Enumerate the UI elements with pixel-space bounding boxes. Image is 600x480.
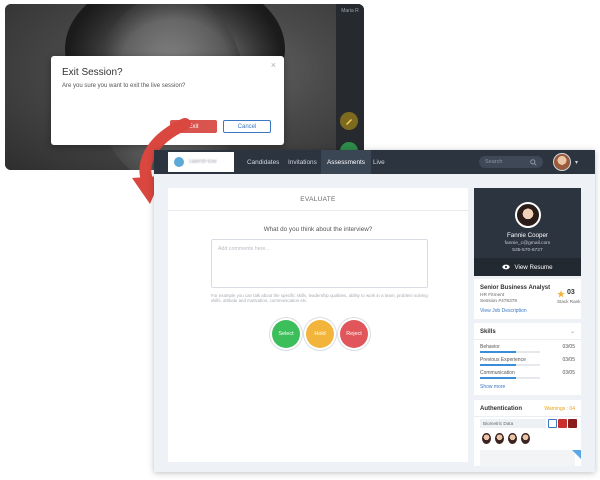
view-resume-button[interactable]: View Resume [474,258,581,276]
logo-text: TalentFlow [188,159,217,165]
snapshot-preview [480,450,575,466]
evaluate-title: EVALUATE [300,196,336,203]
skills-title: Skills [480,329,496,335]
skill-row: Behavior 03/05 [480,344,575,356]
view-job-description-link[interactable]: View Job Description [480,308,527,314]
skill-score: 03/05 [562,344,575,350]
eye-icon [502,264,511,270]
skill-score: 03/05 [562,357,575,363]
session-id: Session #478378 [480,299,518,304]
job-info-card: Senior Business Analyst HR Fitment Sessi… [474,279,581,319]
nav-live[interactable]: Live [373,150,385,174]
nav-assessments[interactable]: Assessments [321,150,372,174]
biometric-data-label: Biometric Data [480,419,546,428]
select-button[interactable]: Select [272,320,300,348]
view-resume-label: View Resume [514,263,553,271]
warnings-dropdown[interactable]: Warnings : 04 [544,406,575,412]
cancel-button[interactable]: Cancel [223,120,271,133]
session-toolbar: Maria R [336,4,364,170]
face-snapshot[interactable] [521,433,530,444]
authentication-card: Authentication Warnings : 04 Biometric D… [474,400,581,466]
skill-row: Previous Experience 03/05 [480,357,575,369]
candidate-name: Fannie Cooper [507,232,548,239]
logo[interactable]: TalentFlow [168,152,234,172]
comment-hint: For example you can talk about the speci… [211,293,428,304]
skill-bar [480,351,540,353]
search-icon[interactable] [530,158,537,166]
skills-card: Skills ⌄ Behavior 03/05 Previous Experie… [474,323,581,395]
face-snapshot[interactable] [495,433,504,444]
user-avatar[interactable] [553,153,571,171]
exit-session-dialog: Exit Session? × Are you sure you want to… [51,56,284,145]
pencil-icon [346,119,352,125]
evaluate-question: What do you think about the interview? [263,226,373,233]
face-snapshot[interactable] [482,433,491,444]
dialog-message: Are you sure you want to exit the live s… [62,83,186,89]
face-snapshot[interactable] [508,433,517,444]
skill-name: Previous Experience [480,357,526,363]
candidate-phone: 535-570-6727 [512,248,543,253]
show-more-link[interactable]: Show more [480,384,505,390]
skill-name: Behavior [480,344,500,350]
candidate-email: fannie_c@gmail.com [504,241,551,246]
toolbar-label: Maria R [341,8,359,14]
skill-bar [480,364,540,366]
exit-button[interactable]: Exit [170,120,217,133]
biometric-thumbnail[interactable] [548,419,557,428]
job-title: Senior Business Analyst [480,285,551,291]
chevron-down-icon[interactable]: ⌄ [570,328,575,335]
video-session-panel: Maria R Exit Session? × Are you sure you… [5,4,364,170]
nav-invitations[interactable]: Invitations [288,150,317,174]
top-navigation: TalentFlow Candidates Invitations Assess… [154,150,595,174]
close-icon[interactable]: × [271,60,276,70]
chevron-down-icon[interactable]: ▾ [575,159,578,166]
evaluation-app-window: TalentFlow Candidates Invitations Assess… [154,150,595,472]
divider [474,339,581,340]
skill-bar-fill [480,351,516,353]
skill-bar-fill [480,364,516,366]
comment-textarea[interactable]: Add comments here... [211,239,428,288]
dialog-title: Exit Session? [62,67,123,78]
nav-candidates[interactable]: Candidates [247,150,279,174]
biometric-thumbnail[interactable] [568,419,577,428]
skill-bar [480,377,540,379]
search-box [479,156,543,168]
divider [474,416,581,417]
star-icon [557,290,565,298]
candidate-avatar [515,202,541,228]
reject-button[interactable]: Reject [340,320,368,348]
search-input[interactable] [485,159,525,165]
hold-button[interactable]: Hold [306,320,334,348]
job-fitment: HR Fitment [480,293,505,298]
skill-name: Communication [480,370,515,376]
stack-rank-label: Stack Rank [557,299,581,304]
logo-icon [174,157,184,167]
stack-rank-value: 03 [567,289,575,296]
evaluate-panel: EVALUATE What do you think about the int… [168,188,468,462]
pen-tool-button[interactable] [340,112,358,130]
skill-score: 03/05 [562,370,575,376]
divider [168,210,468,211]
biometric-thumbnail[interactable] [558,419,567,428]
authentication-title: Authentication [480,406,522,412]
skill-row: Communication 03/05 [480,370,575,382]
skill-bar-fill [480,377,516,379]
